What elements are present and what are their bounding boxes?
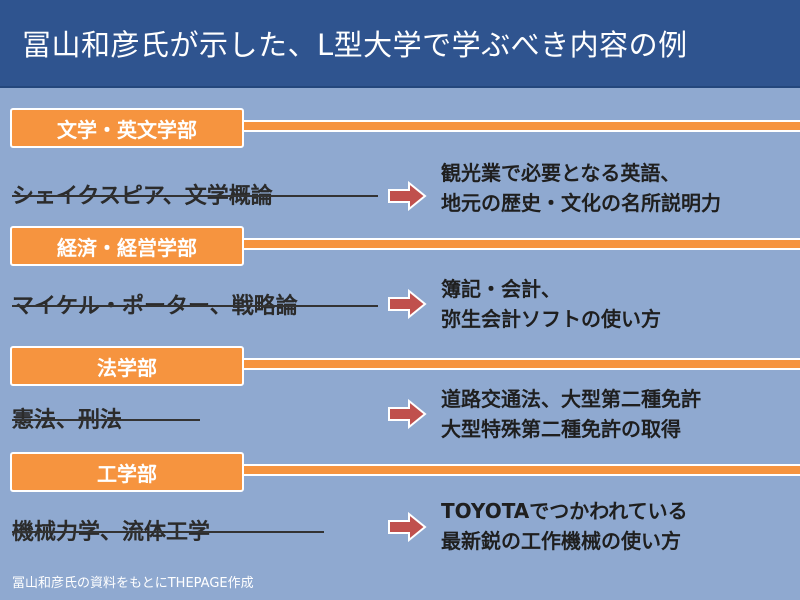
section-header-label: 経済・経営学部 bbox=[57, 235, 197, 260]
result-text: 観光業で必要となる英語、 地元の歴史・文化の名所説明力 bbox=[441, 158, 791, 218]
struck-subject: マイケル・ポーター、戦略論 bbox=[12, 288, 378, 322]
section-literature: 文学・英文学部 シェイクスピア、文学概論 観光業で必要となる英語、 地元の歴史・… bbox=[0, 108, 800, 228]
struck-subject: シェイクスピア、文学概論 bbox=[12, 178, 378, 212]
struck-subject: 機械力学、流体工学 bbox=[12, 514, 324, 548]
right-arrow-icon bbox=[388, 512, 427, 542]
strikethrough-line bbox=[12, 305, 378, 307]
section-divider bbox=[244, 464, 800, 476]
section-header-label: 文学・英文学部 bbox=[57, 117, 197, 142]
section-header: 経済・経営学部 bbox=[10, 226, 244, 266]
result-line: 弥生会計ソフトの使い方 bbox=[441, 307, 661, 331]
source-credit: 冨山和彦氏の資料をもとにTHEPAGE作成 bbox=[12, 576, 254, 591]
right-arrow-icon bbox=[388, 289, 427, 319]
struck-subject-label: 機械力学、流体工学 bbox=[12, 520, 211, 545]
right-arrow-icon bbox=[388, 181, 427, 211]
title-bar: 冨山和彦氏が示した、L型大学で学ぶべき内容の例 bbox=[0, 0, 800, 88]
slide: 冨山和彦氏が示した、L型大学で学ぶべき内容の例 文学・英文学部 シェイクスピア、… bbox=[0, 0, 800, 600]
struck-subject-label: 憲法、刑法 bbox=[12, 408, 123, 433]
result-line: 地元の歴史・文化の名所説明力 bbox=[441, 191, 721, 215]
section-economics: 経済・経営学部 マイケル・ポーター、戦略論 簿記・会計、 弥生会計ソフトの使い方 bbox=[0, 226, 800, 346]
result-line: 観光業で必要となる英語、 bbox=[441, 161, 681, 185]
result-text: TOYOTAでつかわれている 最新鋭の工作機械の使い方 bbox=[441, 496, 791, 556]
section-divider bbox=[244, 120, 800, 132]
section-header: 文学・英文学部 bbox=[10, 108, 244, 148]
section-header: 工学部 bbox=[10, 452, 244, 492]
section-header-label: 工学部 bbox=[97, 461, 157, 486]
result-text: 道路交通法、大型第二種免許 大型特殊第二種免許の取得 bbox=[441, 384, 791, 444]
page-title: 冨山和彦氏が示した、L型大学で学ぶべき内容の例 bbox=[22, 28, 688, 62]
result-line: TOYOTAでつかわれている bbox=[441, 499, 688, 523]
section-divider bbox=[244, 358, 800, 370]
result-line: 簿記・会計、 bbox=[441, 277, 561, 301]
section-engineering: 工学部 機械力学、流体工学 TOYOTAでつかわれている 最新鋭の工作機械の使い… bbox=[0, 452, 800, 572]
section-header-label: 法学部 bbox=[97, 355, 157, 380]
section-law: 法学部 憲法、刑法 道路交通法、大型第二種免許 大型特殊第二種免許の取得 bbox=[0, 346, 800, 466]
result-text: 簿記・会計、 弥生会計ソフトの使い方 bbox=[441, 274, 791, 334]
right-arrow-icon bbox=[388, 399, 427, 429]
struck-subject: 憲法、刑法 bbox=[12, 402, 200, 436]
section-divider bbox=[244, 238, 800, 250]
strikethrough-line bbox=[12, 419, 200, 421]
result-line: 最新鋭の工作機械の使い方 bbox=[441, 529, 681, 553]
result-line: 大型特殊第二種免許の取得 bbox=[441, 417, 681, 441]
section-header: 法学部 bbox=[10, 346, 244, 386]
result-line: 道路交通法、大型第二種免許 bbox=[441, 387, 701, 411]
struck-subject-label: シェイクスピア、文学概論 bbox=[12, 184, 273, 209]
strikethrough-line bbox=[12, 531, 324, 533]
strikethrough-line bbox=[12, 195, 378, 197]
struck-subject-label: マイケル・ポーター、戦略論 bbox=[12, 294, 298, 319]
